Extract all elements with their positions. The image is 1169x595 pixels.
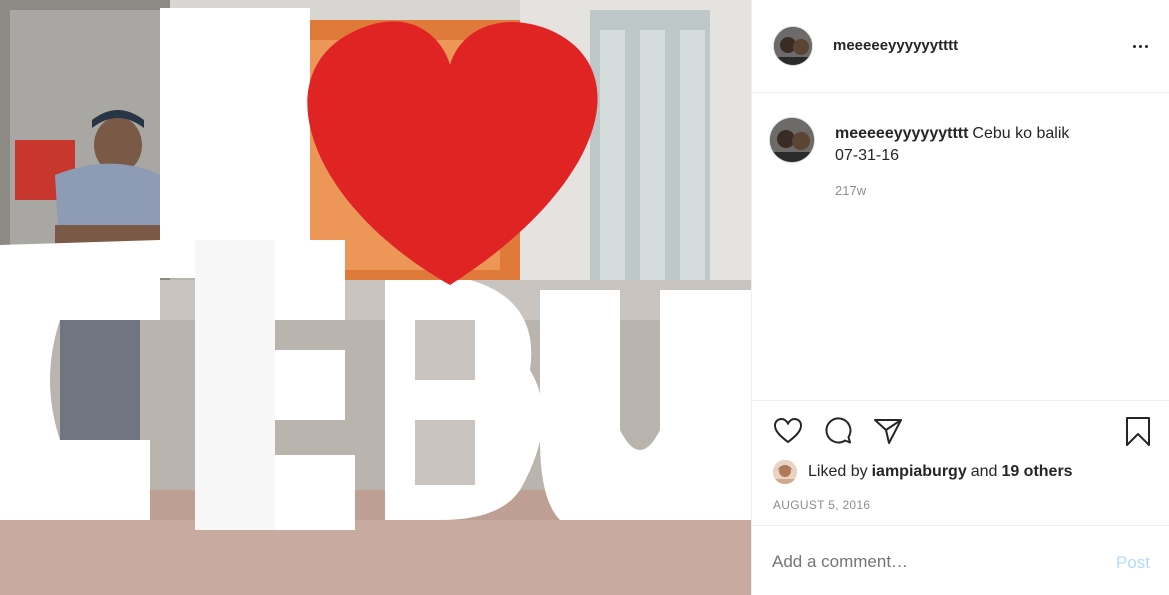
heart-outline-icon	[773, 417, 803, 444]
post-sidebar: meeeeeyyyyyytttt meeeeeyyyyyytttt Cebu ko…	[751, 0, 1169, 595]
post-comment-button[interactable]: Post	[1116, 553, 1150, 573]
post-image	[0, 0, 751, 595]
bookmark-icon	[1126, 417, 1150, 446]
profile-photo-icon	[770, 118, 814, 162]
comment-input[interactable]	[772, 548, 1092, 576]
save-button[interactable]	[1122, 415, 1154, 447]
author-avatar[interactable]	[773, 26, 813, 66]
post-photo[interactable]	[0, 0, 751, 595]
likes-prefix: Liked by	[808, 463, 868, 480]
liker-username[interactable]: iampiaburgy	[872, 463, 967, 481]
caption-age[interactable]: 217w	[835, 183, 866, 198]
share-button[interactable]	[872, 415, 904, 447]
like-button[interactable]	[772, 415, 804, 447]
caption-text: meeeeeyyyyyytttt Cebu ko balik 07-31-16	[835, 123, 1155, 167]
caption-section: meeeeeyyyyyytttt Cebu ko balik 07-31-16 2…	[752, 93, 1169, 400]
liker-avatar[interactable]	[773, 460, 797, 484]
speech-bubble-icon	[825, 417, 852, 444]
ellipsis-icon-dot	[1144, 44, 1148, 48]
more-options-button[interactable]	[1128, 36, 1152, 56]
comment-button[interactable]	[822, 415, 854, 447]
caption-author-avatar[interactable]	[769, 117, 815, 163]
post-actions: Liked by iampiaburgy and 19 others AUGUS…	[752, 400, 1169, 525]
profile-photo-icon	[773, 460, 797, 484]
comment-section: Post	[752, 525, 1169, 595]
post-date[interactable]: AUGUST 5, 2016	[773, 498, 870, 512]
caption-line-2: 07-31-16	[835, 147, 900, 164]
likes-summary: Liked by iampiaburgy and 19 others	[773, 460, 1073, 484]
profile-photo-icon	[774, 27, 812, 65]
ellipsis-icon-dot	[1138, 44, 1142, 48]
post-header: meeeeeyyyyyytttt	[752, 0, 1169, 93]
caption-line-1: Cebu ko balik	[972, 125, 1070, 142]
caption-username[interactable]: meeeeeyyyyyytttt	[835, 125, 968, 142]
author-username[interactable]: meeeeeyyyyyytttt	[833, 37, 958, 54]
paper-plane-icon	[874, 419, 902, 444]
others-count-link[interactable]: 19 others	[1001, 463, 1072, 481]
likes-joiner: and	[970, 463, 998, 480]
ellipsis-icon-dot	[1132, 44, 1136, 48]
